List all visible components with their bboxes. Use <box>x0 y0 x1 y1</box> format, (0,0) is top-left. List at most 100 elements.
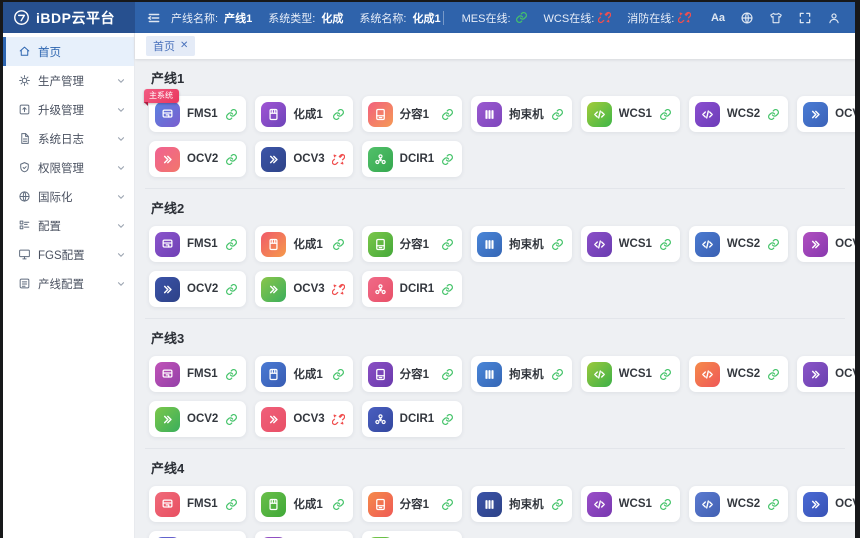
device-card-WCS1[interactable]: WCS1 <box>581 486 680 522</box>
font-size-icon[interactable]: Aa <box>711 12 725 24</box>
device-label: 拘束机 <box>509 236 544 252</box>
device-card-DCIR1[interactable]: DCIR1 <box>362 531 463 538</box>
fullscreen-icon[interactable] <box>798 11 812 25</box>
user-icon[interactable] <box>827 11 841 25</box>
sidebar-item-permission[interactable]: 权限管理 <box>3 153 134 182</box>
device-card-OCV2[interactable]: OCV2 <box>149 141 246 177</box>
device-card-分容1[interactable]: 分容1 <box>362 356 463 392</box>
device-card-WCS2[interactable]: WCS2 <box>689 96 788 132</box>
link-online-icon <box>225 238 238 251</box>
production-icon <box>18 74 31 87</box>
device-card-化成1[interactable]: 化成1 <box>255 486 352 522</box>
device-card-拘束机[interactable]: 拘束机 <box>471 486 572 522</box>
sidebar-item-config[interactable]: 配置 <box>3 211 134 240</box>
device-label: OCV1 <box>835 108 855 120</box>
drawer-device-icon <box>368 362 393 387</box>
header-info-pair: 系统类型: 化成 <box>268 10 343 26</box>
device-card-FMS1[interactable]: FMS1 主系统 <box>149 96 246 132</box>
ocv-device-icon <box>155 407 180 432</box>
config-icon <box>18 219 31 232</box>
device-card-化成1[interactable]: 化成1 <box>255 96 352 132</box>
main-system-badge: 主系统 <box>144 89 179 103</box>
device-card-化成1[interactable]: 化成1 <box>255 226 352 262</box>
device-card-分容1[interactable]: 分容1 <box>362 96 463 132</box>
dcir-device-icon <box>368 277 393 302</box>
tab-close-icon[interactable]: ✕ <box>180 41 188 51</box>
section-title: 产线4 <box>151 458 841 477</box>
upgrade-icon <box>18 103 31 116</box>
sidebar-item-production[interactable]: 生产管理 <box>3 66 134 95</box>
sidebar-item-globe[interactable]: 国际化 <box>3 182 134 211</box>
device-label: FMS1 <box>187 368 218 380</box>
link-online-icon <box>441 413 454 426</box>
link-online-icon <box>441 368 454 381</box>
drawer-device-icon <box>368 492 393 517</box>
device-label: WCS1 <box>619 238 652 250</box>
fms-device-icon <box>155 102 180 127</box>
device-card-OCV3[interactable]: OCV3 <box>255 271 352 307</box>
device-card-WCS2[interactable]: WCS2 <box>689 486 788 522</box>
link-online-icon <box>332 108 345 121</box>
link-online-icon <box>515 11 528 24</box>
sidebar-item-logs[interactable]: 系统日志 <box>3 124 134 153</box>
device-card-分容1[interactable]: 分容1 <box>362 226 463 262</box>
link-offline-icon <box>598 11 611 24</box>
device-card-OCV2[interactable]: OCV2 <box>149 271 246 307</box>
device-card-WCS2[interactable]: WCS2 <box>689 226 788 262</box>
device-card-OCV1[interactable]: OCV1 <box>797 356 855 392</box>
device-card-OCV1[interactable]: OCV1 <box>797 486 855 522</box>
language-globe-icon[interactable] <box>740 11 754 25</box>
device-card-OCV2[interactable]: OCV2 <box>149 401 246 437</box>
header-info-pair: 系统名称: 化成1 <box>359 10 440 26</box>
device-card-拘束机[interactable]: 拘束机 <box>471 356 572 392</box>
app-title: iBDP云平台 <box>36 8 115 28</box>
link-online-icon <box>767 238 780 251</box>
device-card-OCV3[interactable]: OCV3 <box>255 531 352 538</box>
device-card-分容1[interactable]: 分容1 <box>362 486 463 522</box>
sidebar-item-home[interactable]: 首页 <box>3 37 134 66</box>
fms-device-icon <box>155 232 180 257</box>
header-info-value: 化成1 <box>413 13 441 25</box>
device-card-FMS1[interactable]: FMS1 <box>149 226 246 262</box>
collapse-sidebar-icon[interactable] <box>147 11 161 25</box>
card-grid: FMS1 化成1 分容1 拘束机 WCS1 WCS2 OCV1 OCV2 OCV… <box>149 226 841 307</box>
device-card-WCS2[interactable]: WCS2 <box>689 356 788 392</box>
device-card-OCV1[interactable]: OCV1 <box>797 226 855 262</box>
tab-bar: 首页 ✕ <box>135 33 855 59</box>
device-card-DCIR1[interactable]: DCIR1 <box>362 401 463 437</box>
sidebar-item-upgrade[interactable]: 升级管理 <box>3 95 134 124</box>
link-online-icon <box>441 153 454 166</box>
link-offline-icon <box>678 11 691 24</box>
tab-home[interactable]: 首页 ✕ <box>146 36 195 56</box>
device-label: 拘束机 <box>509 106 544 122</box>
link-online-icon <box>767 368 780 381</box>
device-card-FMS1[interactable]: FMS1 <box>149 356 246 392</box>
link-online-icon <box>225 368 238 381</box>
link-offline-icon <box>332 413 345 426</box>
home-icon <box>18 45 31 58</box>
theme-icon[interactable] <box>769 11 783 25</box>
device-card-FMS1[interactable]: FMS1 <box>149 486 246 522</box>
columns-device-icon <box>477 232 502 257</box>
production-line-section: 产线3 FMS1 化成1 分容1 拘束机 WCS1 WCS2 OCV1 OCV2… <box>145 318 845 448</box>
sidebar-item-lineconfig[interactable]: 产线配置 <box>3 269 134 298</box>
device-card-OCV3[interactable]: OCV3 <box>255 141 352 177</box>
chevron-down-icon <box>116 221 126 231</box>
device-card-OCV3[interactable]: OCV3 <box>255 401 352 437</box>
sidebar-item-monitor[interactable]: FGS配置 <box>3 240 134 269</box>
device-card-DCIR1[interactable]: DCIR1 <box>362 141 463 177</box>
device-label: DCIR1 <box>400 413 435 425</box>
section-title: 产线1 <box>151 68 841 87</box>
device-card-DCIR1[interactable]: DCIR1 <box>362 271 463 307</box>
device-card-WCS1[interactable]: WCS1 <box>581 226 680 262</box>
device-label: OCV2 <box>187 153 218 165</box>
device-card-WCS1[interactable]: WCS1 <box>581 356 680 392</box>
device-card-OCV2[interactable]: OCV2 <box>149 531 246 538</box>
device-card-OCV1[interactable]: OCV1 <box>797 96 855 132</box>
device-card-拘束机[interactable]: 拘束机 <box>471 96 572 132</box>
device-label: 化成1 <box>293 106 324 122</box>
device-card-WCS1[interactable]: WCS1 <box>581 96 680 132</box>
dcir-device-icon <box>368 407 393 432</box>
device-card-化成1[interactable]: 化成1 <box>255 356 352 392</box>
device-card-拘束机[interactable]: 拘束机 <box>471 226 572 262</box>
